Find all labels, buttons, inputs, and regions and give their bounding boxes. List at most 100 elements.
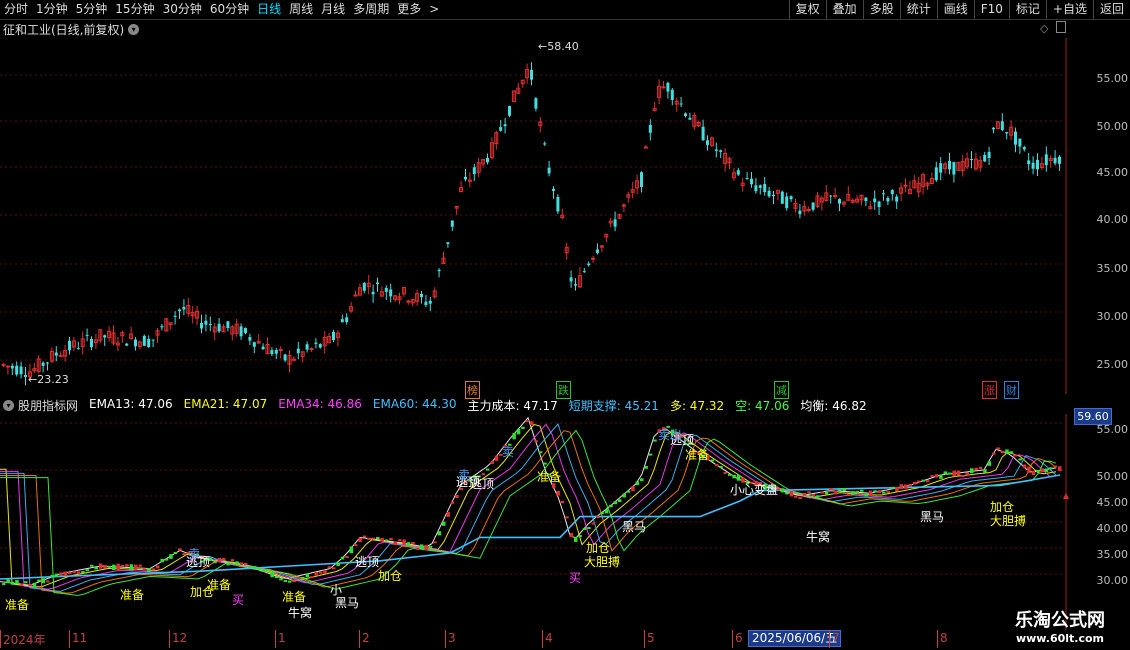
event-tag[interactable]: 财 [1004,381,1019,399]
indicator-bar [846,493,851,496]
period-tab[interactable]: 周线 [285,0,317,19]
indicator-bar [292,580,296,583]
chevron-right-icon[interactable]: > [425,0,443,19]
period-tab[interactable]: 30分钟 [159,0,206,19]
indicator-bar [446,511,450,517]
indicator-bar [98,563,103,569]
period-tab[interactable]: 更多 [393,0,425,19]
indicator-bar [6,579,10,584]
toolbar-button[interactable]: 复权 [788,0,826,19]
indicator-bar [710,459,714,462]
candle-body [420,293,423,298]
toolbar-button[interactable]: F10 [973,0,1009,19]
event-tag[interactable]: 涨 [982,381,997,399]
date-axis-label: 3 [448,631,456,645]
indicator-bar [54,573,59,577]
indicator-bar [81,571,85,574]
signal-label-escape: 逃顶 [470,477,494,491]
period-tab[interactable]: 分时 [0,0,32,19]
indicator-bar [147,568,151,572]
candle-body [1053,157,1057,164]
toolbar-button[interactable]: 多股 [862,0,900,19]
candle-body [244,328,247,333]
watermark-title: 乐淘公式网 [1015,610,1105,631]
signal-label-add: 加仓 [190,585,214,599]
indicator-chart[interactable]: 准备逃顶准备加仓准备 准备牛窝逃顶加仓小黑马逃顶逃顶 准备加仓大胆搏买黑马逃顶准备小… [0,414,1130,630]
indicator-bar [371,537,376,540]
candle-body [833,195,838,198]
candle-body [85,334,89,336]
indicator-price-badge: 59.60 [1074,408,1112,425]
date-axis-label: 12 [172,631,188,645]
period-tab[interactable]: 15分钟 [111,0,158,19]
indicator-bar [851,491,855,496]
indicator-bar [736,474,741,481]
period-tab[interactable]: 1分钟 [32,0,72,19]
candle-body [147,338,151,348]
indicator-bar [28,584,32,587]
title-dropdown-icon[interactable]: ▾ [128,23,140,35]
indicator-bar [151,568,156,571]
candle-body [208,324,212,326]
candle-body [274,350,278,354]
date-highlight: 2025/06/06/五 [748,630,842,647]
candle-body [1027,160,1031,165]
signal-label-add: 加仓 [990,500,1014,514]
candlestick-chart[interactable]: ←58.40 ←23.23 [0,38,1130,394]
period-tab[interactable]: 多周期 [349,0,393,19]
indicator-bar [829,488,833,491]
candle-body [389,289,393,297]
period-tab[interactable]: 5分钟 [72,0,112,19]
indicator-bar [644,466,648,469]
indicator-bar [424,544,428,551]
indicator-bar [37,579,41,582]
toolbar-button[interactable]: 返回 [1092,0,1130,19]
candle-body [151,339,155,341]
candle-body [569,277,573,282]
signal-label-black_horse: 黑马 [335,596,359,610]
indicator-bar [908,483,912,487]
candle-body [1014,131,1017,145]
signal-label-buy: 买 [569,571,581,585]
period-tab[interactable]: 60分钟 [206,0,253,19]
price-axis-label: 45.00 [1096,166,1129,179]
candle-body [772,194,775,197]
candle-body [640,172,643,188]
indicator-bar [626,490,631,493]
indicator-bar [970,468,974,474]
toolbar-button[interactable]: 标记 [1008,0,1046,19]
toolbar-button[interactable]: 画线 [936,0,974,19]
indicator-bar [248,566,252,569]
date-tick [732,630,733,648]
indicator-bar [393,541,398,546]
indicator-axis-label: 45.00 [1096,496,1129,509]
indicator-bar [789,490,794,497]
candle-body [464,176,467,180]
indicator-bar [516,428,521,435]
window-toggle-icon[interactable] [1056,21,1066,33]
diamond-icon[interactable]: ◇ [1040,22,1048,35]
candle-body [362,282,366,291]
candle-body [15,365,19,375]
indicator-dropdown-icon[interactable]: ▾ [3,399,14,411]
candle-body [178,309,181,312]
indicator-value: EMA60: 44.30 [372,396,457,411]
toolbar-button[interactable]: 叠加 [825,0,863,19]
indicator-bar [261,570,266,573]
price-axis-label: 25.00 [1096,358,1129,371]
indicator-bar [719,465,723,468]
candle-body [688,117,692,120]
candle-body [103,335,107,338]
candle-body [767,190,771,197]
indicator-bar [1005,449,1009,454]
candle-body [806,209,811,212]
period-tab[interactable]: 日线 [253,0,285,19]
signal-label-bold: 大胆搏 [584,555,620,569]
date-tick [275,630,276,648]
toolbar-button[interactable]: 统计 [899,0,937,19]
period-tab[interactable]: 月线 [317,0,349,19]
indicator-bar [68,572,72,575]
price-axis-label: 50.00 [1096,120,1129,133]
indicator-bar [838,489,842,492]
toolbar-button[interactable]: +自选 [1045,0,1093,19]
